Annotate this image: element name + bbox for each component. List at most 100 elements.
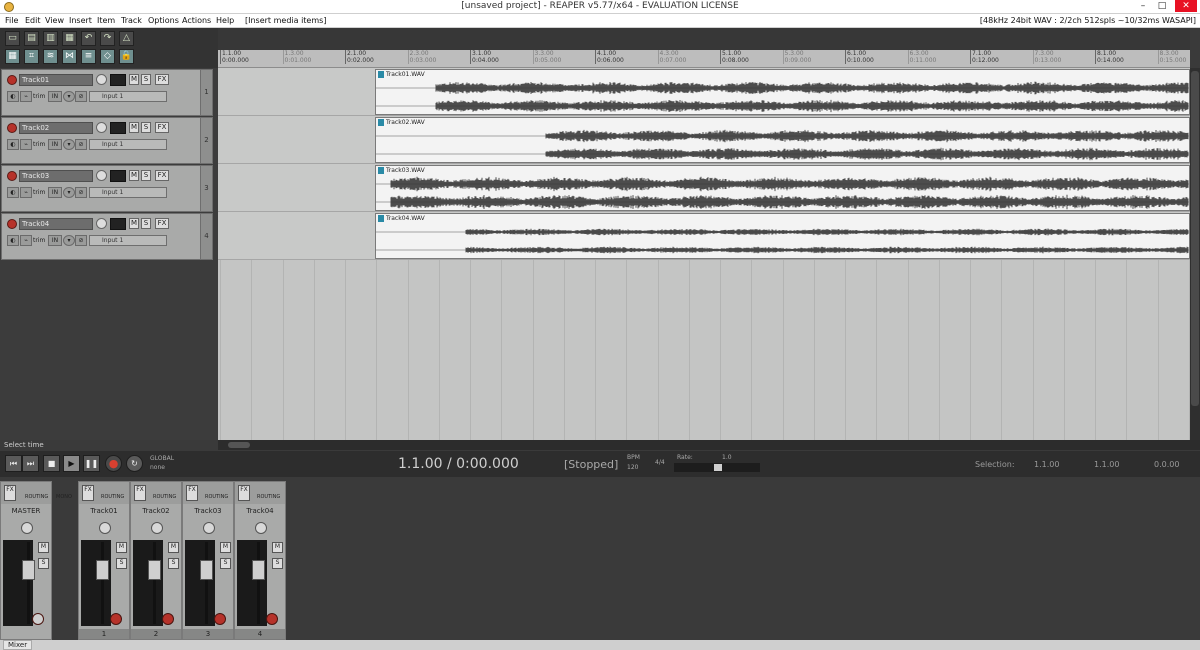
record-arm-button[interactable] [7,123,17,133]
open-project-icon[interactable]: ▤ [24,31,39,46]
solo-button[interactable]: S [220,558,231,569]
ripple-edit-icon[interactable]: ≋ [43,49,58,64]
mute-button[interactable]: M [38,542,49,553]
record-arm-button[interactable] [162,613,174,625]
routing-button[interactable]: ROUTING [101,494,124,500]
input-dropdown-icon[interactable]: ▾ [63,235,75,246]
pan-knob[interactable] [203,522,215,534]
master-settings-icon[interactable] [32,613,44,625]
new-project-icon[interactable]: ▭ [5,31,20,46]
input-dropdown-icon[interactable]: ▾ [63,139,75,150]
phase-icon[interactable]: ⊘ [75,91,87,102]
project-settings-icon[interactable]: ▦ [62,31,77,46]
track-name[interactable]: Track01 [19,74,93,86]
record-arm-button[interactable] [110,613,122,625]
mixer-strip[interactable]: FX ROUTING Track03 M S 3 [182,481,234,640]
automation-icon[interactable]: ⌁ [20,235,32,246]
media-item[interactable]: Track04.WAV [375,213,1190,259]
mixer-strip[interactable]: FX ROUTING Track02 M S 2 [130,481,182,640]
mute-button[interactable]: M [220,542,231,553]
input-dropdown-icon[interactable]: ▾ [63,187,75,198]
scrollbar-thumb[interactable] [1191,71,1199,406]
volume-fader[interactable] [252,560,265,580]
volume-fader[interactable] [200,560,213,580]
input-dropdown-icon[interactable]: ▾ [63,91,75,102]
repeat-button[interactable]: ↻ [126,455,143,472]
fx-button[interactable]: FX [155,170,169,181]
solo-button[interactable]: S [38,558,49,569]
undo-icon[interactable]: ↶ [81,31,96,46]
solo-button[interactable]: S [272,558,283,569]
menu-file[interactable]: File [5,16,18,25]
volume-knob[interactable] [96,218,107,229]
audio-device-status[interactable]: [48kHz 24bit WAV : 2/2ch 512spls ~10/32m… [980,16,1196,25]
fx-button[interactable]: FX [155,74,169,85]
track-lane[interactable]: Track02.WAV [218,116,1190,164]
solo-button[interactable]: S [141,170,151,181]
monitor-icon[interactable]: ◐ [7,91,19,102]
menu-insert[interactable]: Insert [69,16,92,25]
fx-button[interactable]: FX [155,218,169,229]
play-button[interactable]: ▶ [63,455,80,472]
track-header[interactable]: Track03 M S FX ◐ ⌁ trim IN ▾ ⊘ Input 1 3 [1,165,213,212]
global-automation-label[interactable]: GLOBAL [150,455,174,462]
region-marker-lane[interactable] [218,28,1190,50]
pan-knob[interactable] [21,522,33,534]
solo-button[interactable]: S [141,74,151,85]
input-select[interactable]: Input 1 [89,187,167,198]
mute-button[interactable]: M [129,122,139,133]
maximize-button[interactable]: □ [1154,0,1170,12]
solo-button[interactable]: S [168,558,179,569]
track-header[interactable]: Track01 M S FX ◐ ⌁ trim IN ▾ ⊘ Input 1 1 [1,69,213,116]
pan-knob[interactable] [99,522,111,534]
pan-knob[interactable] [255,522,267,534]
scrollbar-thumb[interactable] [228,442,250,448]
mute-button[interactable]: M [116,542,127,553]
record-arm-button[interactable] [214,613,226,625]
mixer-strip[interactable]: FX ROUTING Track01 M S 1 [78,481,130,640]
solo-button[interactable]: S [141,218,151,229]
rate-slider[interactable] [674,463,760,472]
fx-button[interactable]: FX [4,485,16,501]
solo-button[interactable]: S [116,558,127,569]
mute-button[interactable]: M [129,74,139,85]
track-header[interactable]: Track02 M S FX ◐ ⌁ trim IN ▾ ⊘ Input 1 2 [1,117,213,164]
mute-button[interactable]: M [129,218,139,229]
input-button[interactable]: IN [48,91,62,102]
routing-button[interactable]: ROUTING [153,494,176,500]
routing-button[interactable]: ROUTING [205,494,228,500]
monitor-icon[interactable]: ◐ [7,187,19,198]
monitor-icon[interactable]: ◐ [7,235,19,246]
record-arm-button[interactable] [7,171,17,181]
fx-button[interactable]: FX [155,122,169,133]
input-select[interactable]: Input 1 [89,139,167,150]
input-button[interactable]: IN [48,187,62,198]
record-arm-button[interactable] [7,75,17,85]
stop-button[interactable]: ■ [43,455,60,472]
pan-knob[interactable] [151,522,163,534]
bpm-value[interactable]: 120 [627,464,638,471]
solo-button[interactable]: S [141,122,151,133]
envelopes-icon[interactable]: ≡ [81,49,96,64]
time-signature[interactable]: 4/4 [655,459,665,466]
mixer-tab[interactable]: Mixer [3,640,33,650]
metronome-icon[interactable]: △ [119,31,134,46]
go-to-start-button[interactable]: ⏮ [5,455,22,472]
routing-button[interactable]: ROUTING [257,494,280,500]
snap-icon[interactable]: ⌗ [24,49,39,64]
auto-crossfade-icon[interactable]: ⋈ [62,49,77,64]
minimize-button[interactable]: – [1135,0,1151,12]
media-item[interactable]: Track01.WAV [375,69,1190,115]
automation-icon[interactable]: ⌁ [20,139,32,150]
menu-options[interactable]: Options [148,16,179,25]
track-lane[interactable]: Track01.WAV [218,68,1190,116]
mute-button[interactable]: M [129,170,139,181]
volume-knob[interactable] [96,74,107,85]
record-button[interactable]: ● [105,455,122,472]
selection-start[interactable]: 1.1.00 [1034,460,1059,469]
menu-help[interactable]: Help [216,16,234,25]
mute-button[interactable]: M [272,542,283,553]
time-display[interactable]: 1.1.00 / 0:00.000 [398,456,519,472]
input-button[interactable]: IN [48,139,62,150]
record-arm-button[interactable] [266,613,278,625]
